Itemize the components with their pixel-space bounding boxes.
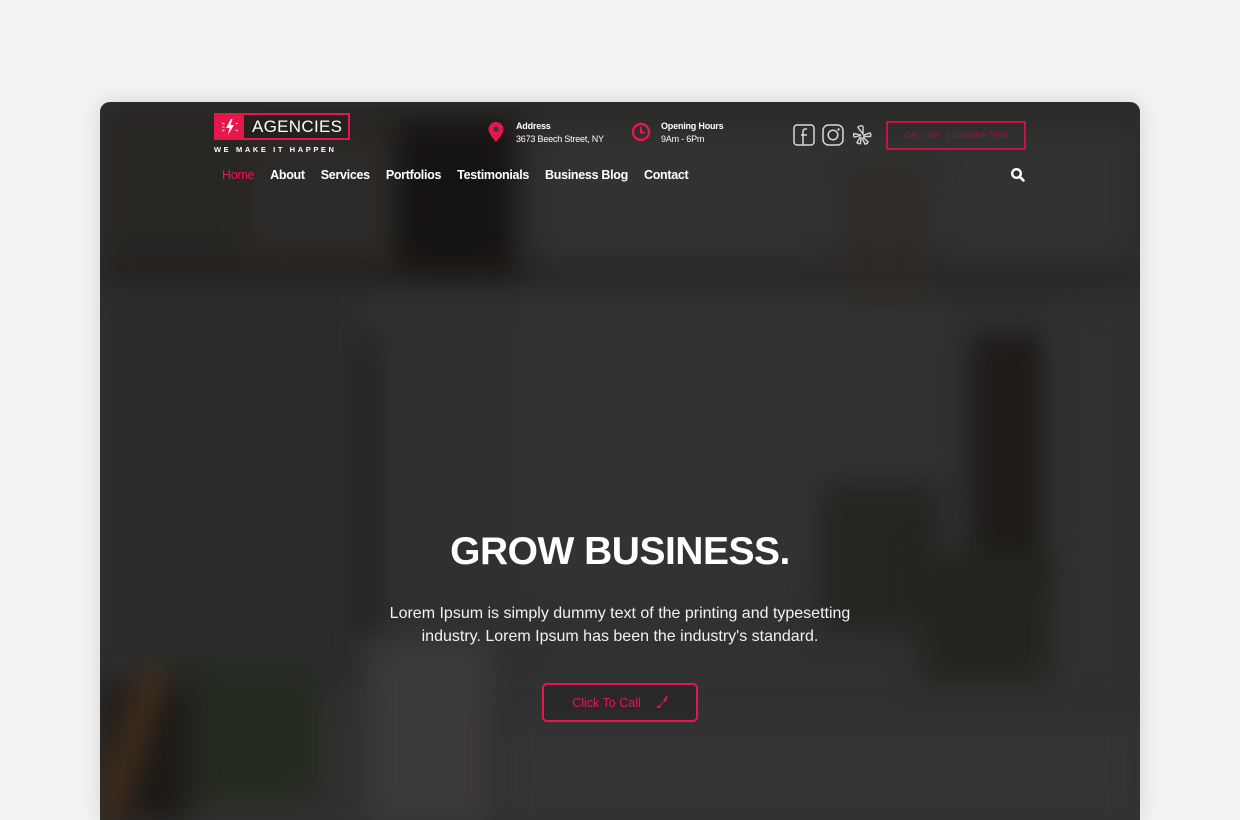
call-us-button[interactable]: CALL US: 1-123-456-7890: [886, 121, 1026, 150]
nav-item-about[interactable]: About: [270, 168, 305, 182]
nav-item-portfolios[interactable]: Portfolios: [386, 168, 442, 182]
address-info: Address 3673 Beech Street, NY: [486, 120, 604, 146]
hours-value: 9Am - 6Pm: [661, 134, 705, 144]
nav-item-home[interactable]: Home: [222, 168, 254, 182]
hero-description: Lorem Ipsum is simply dummy text of the …: [389, 605, 851, 645]
map-pin-icon: [486, 120, 506, 144]
brand-tagline: WE MAKE IT HAPPEN: [214, 145, 337, 154]
clock-icon: [631, 120, 651, 144]
brand-name: AGENCIES: [244, 115, 349, 138]
click-to-call-label: Click To Call: [572, 695, 641, 710]
address-title: Address: [516, 121, 551, 131]
nav-item-services[interactable]: Services: [321, 168, 370, 182]
hero-title: GROW BUSINESS.: [450, 530, 790, 573]
nav-item-testimonials[interactable]: Testimonials: [457, 168, 529, 182]
nav-item-business-blog[interactable]: Business Blog: [545, 168, 628, 182]
main-navigation: Home About Services Portfolios Testimoni…: [222, 168, 704, 182]
click-to-call-button[interactable]: Click To Call: [542, 683, 698, 722]
yelp-icon[interactable]: [850, 123, 873, 146]
facebook-icon[interactable]: [792, 123, 815, 146]
social-links: [792, 123, 873, 146]
nav-item-contact[interactable]: Contact: [644, 168, 689, 182]
opening-hours-info: Opening Hours 9Am - 6Pm: [631, 120, 724, 146]
address-value: 3673 Beech Street, NY: [516, 134, 604, 144]
instagram-icon[interactable]: [821, 123, 844, 146]
lightning-icon: [216, 115, 244, 138]
brand-logo[interactable]: AGENCIES WE MAKE IT HAPPEN: [214, 113, 351, 154]
phone-icon: [655, 695, 668, 711]
website-preview: AGENCIES WE MAKE IT HAPPEN Address 3673 …: [100, 102, 1140, 820]
hours-title: Opening Hours: [661, 121, 724, 131]
search-icon[interactable]: [1010, 167, 1026, 183]
